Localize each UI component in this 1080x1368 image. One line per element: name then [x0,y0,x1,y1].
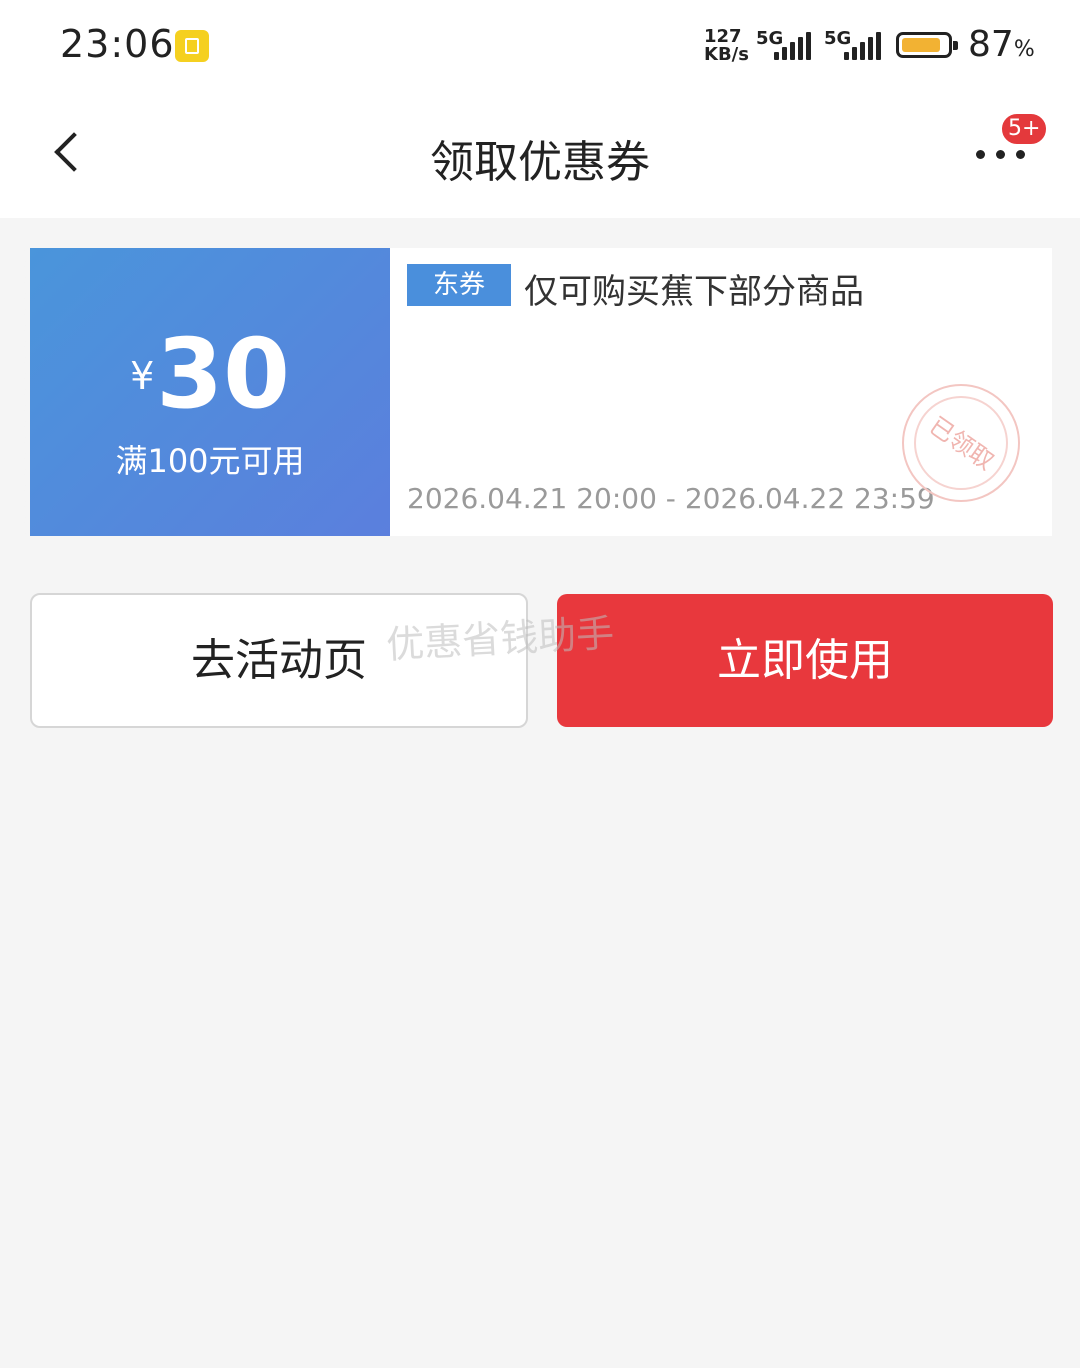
sim1-signal-icon: 5G [756,28,814,60]
battery-fill [902,38,940,52]
coupon-description: 仅可购买蕉下部分商品 [524,272,864,312]
page-title: 领取优惠券 [430,137,650,188]
use-now-button[interactable]: 立即使用 [557,594,1053,727]
coupon-threshold: 满100元可用 [115,442,305,480]
network-speed: 127 KB/s [704,28,749,64]
coupon-card: ¥30 满100元可用 东券 仅可购买蕉下部分商品 2026.04.21 20:… [24,248,1052,536]
coupon-tag: 东券 [407,264,511,306]
notification-badge: 5+ [1000,112,1049,146]
claimed-stamp-text: 已领取 [924,411,1000,476]
go-to-activity-button[interactable]: 去活动页 [30,593,528,728]
battery-percent-value: 87 [968,24,1014,65]
network-speed-unit: KB/s [704,44,749,65]
status-bar: 23:06 127 KB/s 5G 5G 87% [0,0,1080,92]
coupon-validity: 2026.04.21 20:00 - 2026.04.22 23:59 [407,482,935,515]
sim2-network-label: 5G [824,28,852,49]
coupon-amount-value: 30 [156,318,290,430]
coupon-amount: ¥30 [30,318,390,430]
battery-icon [896,32,958,58]
notification-app-icon [175,30,209,62]
sim1-network-label: 5G [756,28,784,49]
coupon-value-panel: ¥30 满100元可用 [24,248,390,536]
status-time: 23:06 [60,22,175,66]
claimed-stamp-icon: 已领取 [902,384,1020,502]
nav-bar: 领取优惠券 5+ [0,92,1080,218]
coupon-currency: ¥ [130,354,155,398]
battery-percent-unit: % [1013,37,1035,62]
battery-percent: 87% [968,24,1035,65]
more-dots-icon[interactable] [976,150,1026,162]
sim2-signal-icon: 5G [824,28,884,60]
